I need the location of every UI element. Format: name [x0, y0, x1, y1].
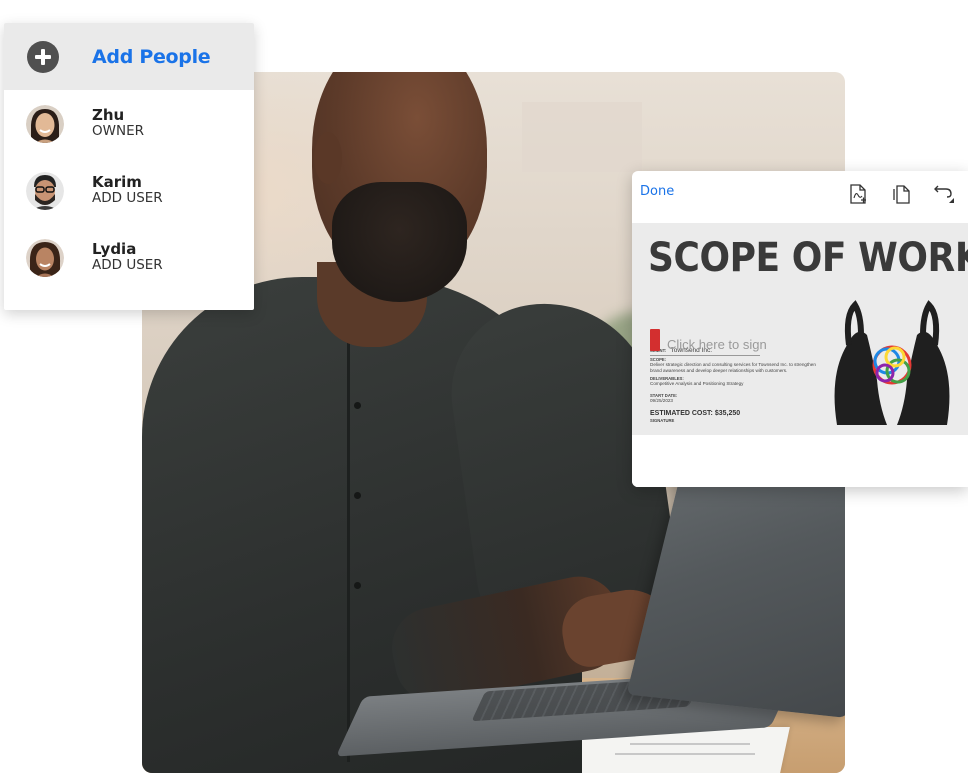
document-title: SCOPE OF WORK: [648, 235, 968, 281]
signature-field[interactable]: Click here to sign: [667, 337, 767, 352]
undo-icon[interactable]: [930, 183, 954, 205]
done-button[interactable]: Done: [640, 184, 674, 199]
shirt-placket: [347, 342, 350, 762]
scope-text: brand awareness and develop deeper relat…: [650, 368, 788, 373]
person-name: Zhu: [92, 106, 125, 125]
copy-page-icon[interactable]: [891, 183, 913, 205]
add-pdf-icon[interactable]: [847, 183, 869, 205]
deliverables-text: Competitive Analysis and Positioning Str…: [650, 381, 744, 386]
shirt-button: [354, 582, 361, 589]
avatar-karim: [26, 171, 64, 210]
person-name: Lydia: [92, 240, 137, 259]
person-row-karim[interactable]: Karim ADD USER: [4, 157, 254, 224]
person-role: ADD USER: [92, 190, 163, 207]
signature-label: SIGNATURE: [650, 418, 675, 423]
avatar-zhu: [26, 104, 64, 143]
hands-illustration: [827, 285, 957, 425]
shirt-button: [354, 492, 361, 499]
document-page: SCOPE OF WORK CLIENT: Townsend Inc. SCOP…: [632, 223, 968, 435]
person-role: ADD USER: [92, 257, 163, 274]
person-row-zhu[interactable]: Zhu OWNER: [4, 90, 254, 157]
estimated-cost: ESTIMATED COST: $35,250: [650, 410, 741, 417]
acrobat-sign-icon: [650, 329, 660, 351]
signature-line: [650, 355, 760, 356]
add-people-panel: Add People Zhu OWNER Karim ADD USER Lydi…: [4, 23, 254, 310]
shirt-button: [354, 402, 361, 409]
person-beard: [332, 182, 467, 302]
document-toolbar: Done: [632, 171, 968, 223]
person-row-lydia[interactable]: Lydia ADD USER: [4, 224, 254, 291]
document-footer: [632, 435, 968, 487]
person-role: OWNER: [92, 123, 144, 140]
plus-circle-icon: [27, 40, 59, 73]
document-preview-card: Done SCOPE OF WORK Townsend Inc. SCOPE: …: [632, 171, 968, 487]
person-name: Karim: [92, 173, 142, 192]
person-ear: [314, 132, 342, 184]
scope-text: Deliver strategic direction and consulti…: [650, 362, 816, 367]
add-people-label: Add People: [92, 45, 211, 68]
add-people-button[interactable]: Add People: [4, 23, 254, 90]
start-date-value: 09/25/2023: [650, 398, 673, 403]
avatar-lydia: [26, 238, 64, 277]
